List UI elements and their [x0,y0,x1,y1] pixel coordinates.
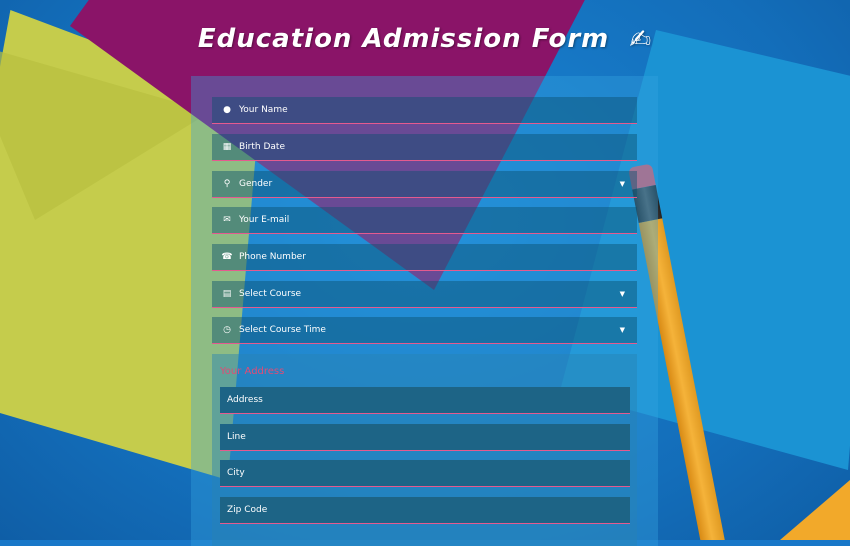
page-title-text: Education Admission Form [197,24,610,54]
address-legend: Your Address [220,366,285,377]
book-icon: ▤ [222,289,232,299]
address-placeholder: Address [227,395,263,405]
zip-code-placeholder: Zip Code [227,505,268,515]
phone-placeholder: Phone Number [239,252,306,262]
page-title: Education Admission Form ✍ [0,24,850,55]
address-line-field[interactable]: Line [220,424,630,451]
city-field[interactable]: City [220,460,630,487]
course-time-placeholder: Select Course Time [239,325,326,335]
zip-code-field[interactable]: Zip Code [220,497,630,524]
city-placeholder: City [227,468,245,478]
hand-writing-icon: ✍ [629,24,653,55]
address-field[interactable]: Address [220,387,630,414]
chevron-down-icon: ▼ [619,180,625,188]
name-field-placeholder: Your Name [239,105,288,115]
location-pin-icon: ⚲ [223,179,231,189]
envelope-icon: ✉ [223,215,231,225]
course-select[interactable]: ▤ Select Course ▼ [212,281,637,308]
email-field[interactable]: ✉ Your E-mail [212,207,637,234]
line-placeholder: Line [227,432,246,442]
course-time-select[interactable]: ◷ Select Course Time ▼ [212,317,637,344]
gender-select[interactable]: ⚲ Gender ▼ [212,171,637,198]
clock-icon: ◷ [223,325,231,335]
birth-date-field[interactable]: ▦ Birth Date [212,134,637,161]
phone-icon: ☎ [221,252,233,262]
chevron-down-icon: ▼ [619,290,625,298]
user-icon: ● [223,105,231,115]
email-placeholder: Your E-mail [239,215,290,225]
gender-placeholder: Gender [239,179,273,189]
chevron-down-icon: ▼ [619,326,625,334]
address-section: Your Address Address Line City Zip Code [212,354,637,546]
admission-form: ● Your Name ▦ Birth Date ⚲ Gender ▼ ✉ Yo… [191,76,658,546]
calendar-icon: ▦ [222,142,232,152]
course-placeholder: Select Course [239,289,302,299]
phone-field[interactable]: ☎ Phone Number [212,244,637,271]
birth-date-placeholder: Birth Date [239,142,285,152]
name-field[interactable]: ● Your Name [212,97,637,124]
